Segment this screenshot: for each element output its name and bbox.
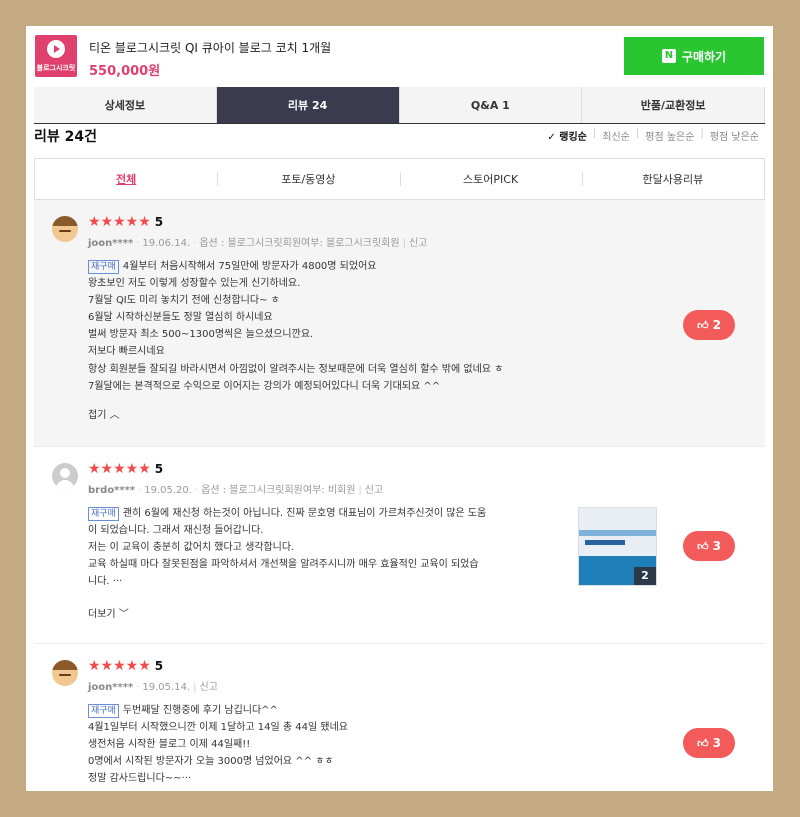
stars-icon: ★★★★★	[88, 658, 151, 674]
reviewer-id: brdo****	[88, 485, 136, 496]
play-icon	[47, 40, 65, 58]
sort-rating-high[interactable]: 평점 높은순	[639, 128, 700, 143]
logo-text: 블로그시크릿	[36, 64, 76, 72]
stars-icon: ★★★★★	[88, 214, 151, 230]
rebuy-badge: 재구매	[88, 704, 119, 718]
review-photo[interactable]: 2	[578, 507, 657, 586]
reviewer-id: joon****	[88, 238, 134, 249]
reviews-header: 리뷰 24건 ✓ 랭킹순 | 최신순 | 평점 높은순 | 평점 낮은순	[34, 126, 765, 146]
report-link[interactable]: 신고	[200, 682, 218, 693]
review-count: 리뷰 24건	[34, 129, 97, 145]
tab-qna[interactable]: Q&A 1	[399, 87, 583, 123]
review-item: ★★★★★ 5 brdo**** · 19.05.20. · 옵션 : 블로그시크릿회원여…	[34, 447, 765, 644]
rating-score: 5	[154, 215, 164, 229]
review-meta: joon**** · 19.05.14. | 신고	[88, 682, 218, 693]
review-date: 19.05.20.	[144, 485, 192, 496]
rating-stars: ★★★★★ 5	[88, 658, 163, 674]
like-count: 2	[712, 318, 721, 332]
product-title[interactable]: 티온 블로그시크릿 QI 큐아이 블로그 코치 1개월	[89, 39, 331, 56]
filter-photo-video[interactable]: 포토/동영상	[217, 159, 399, 199]
sort-rating-low[interactable]: 평점 낮은순	[704, 128, 765, 143]
photo-count: 2	[634, 567, 656, 585]
like-count: 3	[712, 539, 721, 553]
review-page: 블로그시크릿 티온 블로그시크릿 QI 큐아이 블로그 코치 1개월 550,0…	[26, 26, 773, 791]
thumbs-up-icon: 👍︎	[697, 736, 709, 750]
avatar	[52, 660, 78, 686]
sort-options: ✓ 랭킹순 | 최신순 | 평점 높은순 | 평점 낮은순	[541, 128, 765, 143]
expand-button[interactable]: 더보기 ﹀	[88, 605, 129, 620]
review-meta: joon**** · 19.06.14. · 옵션 : 블로그시크릿회원여부: 블로그시…	[88, 238, 428, 249]
thumbs-up-icon: 👍︎	[697, 318, 709, 332]
review-option: 옵션 : 블로그시크릿회원여부: 비회원	[201, 485, 356, 496]
review-date: 19.05.14.	[142, 682, 191, 693]
product-price: 550,000원	[89, 64, 161, 79]
rating-stars: ★★★★★ 5	[88, 461, 163, 477]
review-meta: brdo**** · 19.05.20. · 옵션 : 블로그시크릿회원여부: 비회원 |…	[88, 485, 384, 496]
review-date: 19.06.14.	[142, 238, 191, 249]
like-button[interactable]: 👍︎ 3	[683, 728, 735, 758]
reviewer-id: joon****	[88, 682, 134, 693]
filter-month-review[interactable]: 한달사용리뷰	[581, 159, 764, 199]
review-text: 재구매 두번째달 진행중에 후기 남깁니다^^ 4월1일부터 시작했으니깐 이제 …	[88, 704, 348, 785]
report-link[interactable]: 신고	[409, 238, 427, 249]
rating-score: 5	[154, 462, 164, 476]
report-link[interactable]: 신고	[365, 485, 383, 496]
rebuy-badge: 재구매	[88, 260, 119, 274]
filter-store-pick[interactable]: 스토어PICK	[399, 159, 582, 199]
product-logo: 블로그시크릿	[35, 35, 77, 77]
buy-label: 구매하기	[681, 49, 727, 64]
review-option: 옵션 : 블로그시크릿회원여부: 블로그시크릿회원	[199, 238, 400, 249]
review-item: ★★★★★ 5 joon**** · 19.06.14. · 옵션 : 블로그시크릿회원여…	[34, 200, 765, 447]
rating-score: 5	[154, 659, 164, 673]
like-button[interactable]: 👍︎ 3	[683, 531, 735, 561]
product-header: 블로그시크릿 티온 블로그시크릿 QI 큐아이 블로그 코치 1개월 550,0…	[26, 26, 773, 88]
like-button[interactable]: 👍︎ 2	[683, 310, 735, 340]
review-filters: 전체 포토/동영상 스토어PICK 한달사용리뷰	[34, 158, 765, 200]
sort-latest[interactable]: 최신순	[596, 128, 636, 143]
tab-reviews[interactable]: 리뷰 24	[216, 87, 400, 123]
filter-all[interactable]: 전체	[35, 159, 217, 199]
review-item: ★★★★★ 5 joon**** · 19.05.14. | 신고 재구매 두번째달 진행중…	[34, 644, 765, 791]
avatar	[52, 216, 78, 242]
sort-ranking[interactable]: ✓ 랭킹순	[541, 128, 592, 143]
collapse-button[interactable]: 접기 ︿	[88, 406, 120, 421]
review-text: 재구매 괜히 6월에 재신청 하는것이 아닙니다. 진짜 문호영 대표님이 가르쳐…	[88, 507, 487, 588]
rebuy-badge: 재구매	[88, 507, 119, 521]
avatar	[52, 463, 78, 489]
tab-return-exchange[interactable]: 반품/교환정보	[582, 87, 765, 123]
tab-detail[interactable]: 상세정보	[34, 87, 217, 123]
naver-pay-icon: N	[661, 49, 676, 63]
rating-stars: ★★★★★ 5	[88, 214, 163, 230]
product-tabs: 상세정보 리뷰 24 Q&A 1 반품/교환정보	[34, 87, 765, 124]
buy-button[interactable]: N 구매하기	[624, 37, 764, 75]
review-text: 재구매 4월부터 처음시작해서 75일만에 방문자가 4800명 되었어요 왕초보…	[88, 260, 504, 392]
thumbs-up-icon: 👍︎	[697, 539, 709, 553]
stars-icon: ★★★★★	[88, 461, 151, 477]
like-count: 3	[712, 736, 721, 750]
